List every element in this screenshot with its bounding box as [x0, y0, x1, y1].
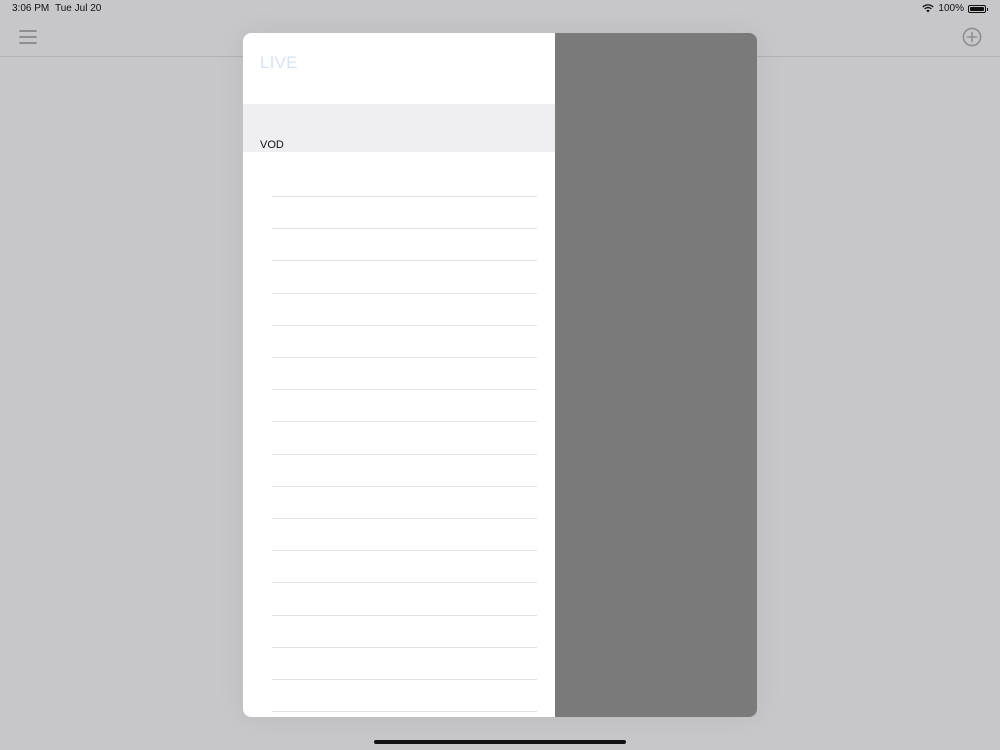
list-row-separator	[272, 357, 537, 358]
plus-circle-icon[interactable]	[962, 27, 982, 47]
list-row-separator	[272, 485, 537, 487]
home-indicator	[374, 740, 626, 744]
battery-icon	[968, 4, 988, 13]
status-right: 100%	[922, 3, 988, 14]
list-row-separator	[272, 421, 537, 423]
list-row-separator	[272, 550, 537, 552]
list-row-separator	[272, 614, 537, 616]
list-row-separator	[272, 389, 537, 391]
list-row-separator	[272, 324, 537, 326]
menu-item-vod-label: VOD	[260, 139, 284, 151]
status-date: Tue Jul 20	[55, 3, 102, 14]
battery-percent: 100%	[938, 3, 964, 14]
list-row-separator	[272, 453, 537, 455]
side-menu-panel: LIVE VOD	[243, 33, 555, 717]
menu-item-vod[interactable]: VOD	[243, 104, 555, 152]
menu-item-live[interactable]: LIVE	[260, 53, 298, 73]
status-bar: 3:06 PM Tue Jul 20 100%	[0, 0, 1000, 18]
list-row-separator	[272, 679, 537, 680]
list-row-separator	[272, 711, 537, 713]
list-row-separator	[272, 646, 537, 648]
list-row-separator	[272, 292, 537, 294]
list-row-separator	[272, 196, 537, 197]
status-time: 3:06 PM	[12, 3, 50, 14]
list-row-separator	[272, 518, 537, 519]
menu-modal: LIVE VOD	[243, 33, 757, 717]
list-row-separator	[272, 228, 537, 230]
hamburger-menu-icon[interactable]	[19, 30, 37, 44]
list-row-separator	[272, 260, 537, 262]
wifi-icon	[922, 4, 935, 13]
list-row-separator	[272, 582, 537, 584]
dimmed-overlay[interactable]	[555, 33, 757, 717]
